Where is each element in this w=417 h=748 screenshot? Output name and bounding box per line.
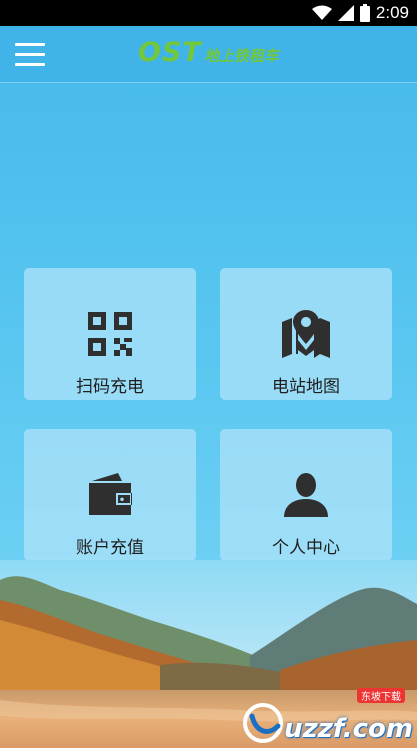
watermark-text: uzzf.com bbox=[284, 714, 413, 744]
status-icons: 2:09 bbox=[311, 0, 409, 26]
tile-label: 电站地图 bbox=[272, 377, 340, 397]
hamburger-icon-line bbox=[15, 42, 45, 46]
hamburger-icon-line bbox=[15, 62, 45, 66]
personal-center-tile[interactable]: 个人中心 bbox=[220, 429, 392, 561]
tile-label: 扫码充电 bbox=[76, 377, 144, 397]
battery-icon bbox=[359, 4, 370, 22]
wallet-icon bbox=[89, 473, 132, 515]
hamburger-icon-line bbox=[15, 52, 45, 56]
status-time: 2:09 bbox=[375, 3, 409, 22]
scan-charge-tile[interactable]: 扫码充电 bbox=[24, 268, 196, 400]
tile-label: 账户充值 bbox=[76, 538, 144, 558]
logo-mark: OST bbox=[138, 37, 202, 68]
menu-button[interactable] bbox=[10, 38, 50, 70]
logo-title: 地上铁租车 bbox=[203, 47, 279, 65]
watermark-tag: 东坡下载 bbox=[357, 688, 405, 703]
station-map-tile[interactable]: 电站地图 bbox=[220, 268, 392, 400]
qr-code-icon bbox=[88, 312, 132, 356]
app-logo: OST 地上铁租车 bbox=[138, 38, 279, 68]
wifi-icon bbox=[311, 5, 332, 20]
signal-icon bbox=[337, 5, 354, 21]
status-bar: 2:09 bbox=[0, 0, 417, 26]
tile-label: 个人中心 bbox=[272, 538, 340, 558]
user-icon bbox=[284, 473, 328, 517]
watermark-logo-icon bbox=[243, 703, 284, 743]
account-recharge-tile[interactable]: 账户充值 bbox=[24, 429, 196, 561]
map-pin-icon bbox=[282, 310, 330, 358]
watermark: uzzf.com 东坡下载 bbox=[242, 688, 413, 744]
